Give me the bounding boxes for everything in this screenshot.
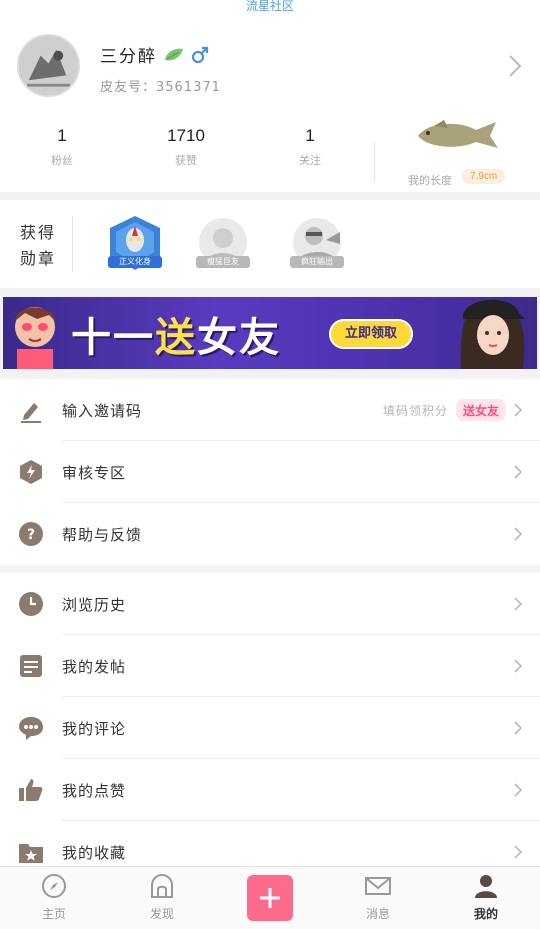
stat-value: 1	[305, 126, 315, 145]
chevron-right-icon	[514, 845, 522, 859]
lightning-shield-icon	[20, 460, 42, 484]
stat-following[interactable]: 1 关注	[270, 126, 350, 168]
divider	[374, 142, 375, 182]
banner-text-c: 女友	[197, 315, 281, 361]
chevron-right-icon	[514, 721, 522, 735]
menu-label: 浏览历史	[62, 595, 127, 614]
chevron-right-icon	[514, 783, 522, 797]
menu-item-history[interactable]: 浏览历史	[0, 573, 540, 635]
tab-label: 主页	[41, 907, 66, 921]
tab-discover[interactable]: 发现	[132, 873, 192, 922]
badge-caption: 正义化身	[108, 256, 162, 268]
banner-text-b: 送	[155, 315, 197, 361]
menu-label: 我的发帖	[62, 657, 127, 676]
arch-icon	[151, 873, 173, 898]
badge-output[interactable]: 疯狂输出	[286, 214, 348, 274]
chevron-right-icon	[514, 465, 522, 479]
tab-label: 消息	[365, 907, 390, 921]
stat-label: 获赞	[175, 154, 197, 167]
question-circle-icon: ?	[19, 522, 43, 546]
menu-label: 输入邀请码	[62, 401, 143, 420]
chevron-right-icon	[514, 527, 522, 541]
leaf-icon	[165, 48, 183, 60]
menu-label: 帮助与反馈	[62, 525, 143, 544]
length-badge: 7.9cm	[462, 169, 506, 184]
person-icon	[475, 875, 497, 898]
tab-messages[interactable]: 消息	[348, 873, 408, 922]
banner-text-a: 十一	[71, 315, 155, 361]
length-label: 我的长度	[408, 174, 452, 187]
banner-headline: 十一送女友	[71, 305, 281, 363]
badges-section[interactable]: 获得勋章 正义化身 瘦猛巨友 疯狂输出	[0, 200, 540, 288]
stat-fans[interactable]: 1 粉丝	[22, 126, 102, 168]
tab-me[interactable]: 我的	[456, 873, 516, 922]
badge-caption: 瘦猛巨友	[196, 256, 250, 268]
tab-label: 我的	[473, 907, 498, 921]
tab-home[interactable]: 主页	[24, 873, 84, 922]
menu-item-review-zone[interactable]: 审核专区	[0, 441, 540, 503]
male-gender-icon	[191, 46, 209, 63]
chevron-right-icon[interactable]	[508, 54, 522, 78]
stat-label: 关注	[299, 154, 321, 167]
menu-item-my-comments[interactable]: 我的评论	[0, 697, 540, 759]
menu-item-help-feedback[interactable]: ? 帮助与反馈	[0, 503, 540, 565]
divider	[72, 216, 73, 272]
stats-bar: 1 粉丝 1710 获赞 1 关注 我的长度 7.9cm	[0, 120, 540, 187]
profile-page: 流星社区 三分醉 皮友号：3561371 1 粉丝 1710 获赞 1 关注 我…	[0, 0, 540, 929]
menu-label: 我的点赞	[62, 781, 127, 800]
clock-icon	[19, 592, 43, 616]
fish-length-icon	[418, 120, 498, 148]
pen-icon	[21, 403, 41, 423]
svg-text:送女友: 送女友	[462, 403, 499, 418]
app-title: 流星社区	[0, 0, 540, 14]
girl-photo-image	[460, 299, 525, 369]
menu-label: 我的评论	[62, 719, 127, 738]
menu-item-invite-code[interactable]: 输入邀请码 填码领积分 送女友	[0, 379, 540, 441]
compass-icon	[42, 874, 66, 898]
bottom-tab-bar: 主页 发现 消息 我的	[0, 866, 540, 929]
menu-label: 审核专区	[62, 463, 127, 482]
chevron-right-icon	[514, 403, 522, 417]
document-icon	[20, 655, 42, 677]
stat-value: 1	[57, 126, 67, 145]
stat-value: 1710	[167, 126, 205, 145]
badge-caption: 疯狂输出	[290, 256, 344, 268]
stat-label: 粉丝	[51, 154, 73, 167]
add-post-button[interactable]	[247, 875, 293, 921]
avatar[interactable]	[17, 34, 80, 97]
comment-bubble-icon	[19, 717, 43, 740]
profile-card[interactable]: 三分醉 皮友号：3561371 1 粉丝 1710 获赞 1 关注 我的长度 7…	[0, 14, 540, 192]
promo-sticker-icon: 送女友	[456, 399, 506, 421]
stat-likes[interactable]: 1710 获赞	[146, 126, 226, 168]
menu-hint: 填码领积分	[382, 403, 448, 418]
plus-icon	[260, 888, 280, 908]
badges-title: 获得勋章	[20, 223, 57, 268]
chevron-right-icon	[514, 597, 522, 611]
star-folder-icon	[19, 844, 43, 863]
cartoon-boy-image	[15, 307, 55, 369]
badge-buddy[interactable]: 瘦猛巨友	[192, 214, 254, 274]
chevron-right-icon	[514, 659, 522, 673]
envelope-icon	[365, 877, 391, 895]
claim-button[interactable]: 立即领取	[329, 319, 413, 349]
menu-item-my-likes[interactable]: 我的点赞	[0, 759, 540, 821]
menu-group-account: 输入邀请码 填码领积分 送女友 审核专区 ? 帮助与反馈	[0, 379, 540, 565]
thumbs-up-icon	[19, 779, 43, 801]
menu-label: 我的收藏	[62, 843, 127, 862]
badge-justice[interactable]: 正义化身	[104, 214, 166, 274]
tab-label: 发现	[149, 907, 174, 921]
menu-item-my-posts[interactable]: 我的发帖	[0, 635, 540, 697]
user-id: 皮友号：3561371	[100, 80, 221, 95]
svg-text:?: ?	[27, 527, 35, 543]
username: 三分醉	[100, 47, 157, 67]
menu-group-activity: 浏览历史 我的发帖 我的评论 我的点赞 我的收藏	[0, 573, 540, 883]
promo-banner[interactable]: 十一送女友 立即领取	[3, 297, 537, 369]
